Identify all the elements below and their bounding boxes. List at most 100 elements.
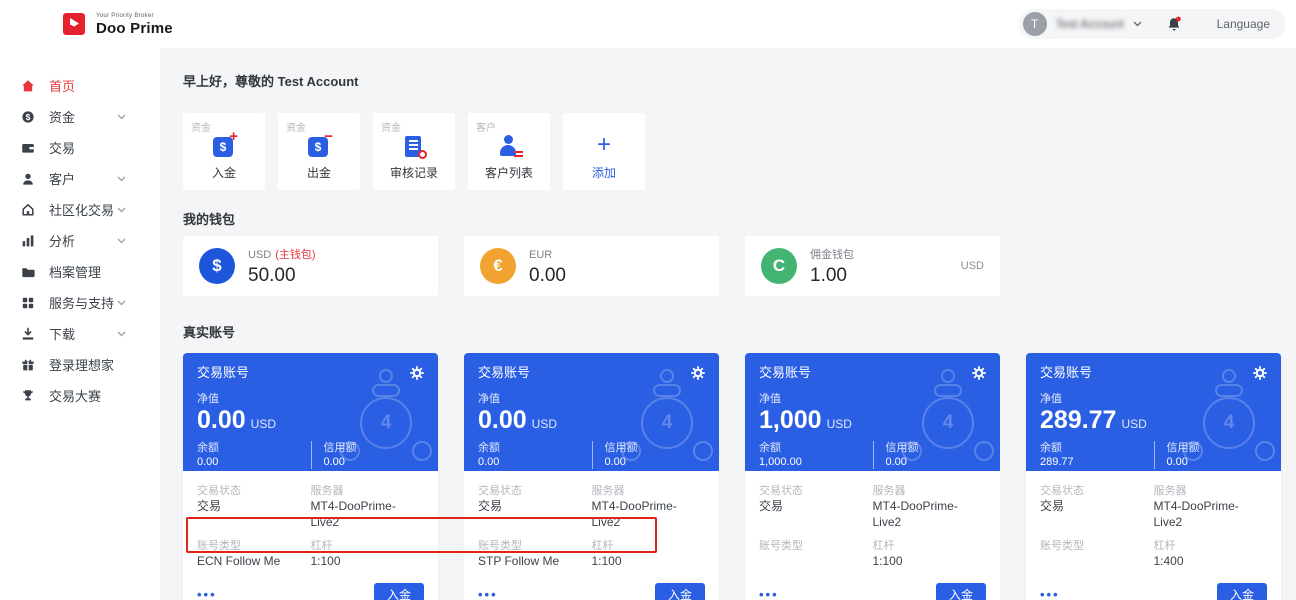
equity-value: 289.77 (1040, 406, 1117, 434)
gear-icon[interactable] (1253, 366, 1267, 380)
credit-value: 0.00 (604, 456, 626, 468)
account-card-title: 交易账号 (759, 365, 812, 380)
language-button[interactable]: Language (1217, 17, 1270, 31)
gift-icon (21, 358, 35, 372)
leverage-value: 1:100 (310, 554, 341, 568)
accounts-section-title: 真实账号 (183, 325, 236, 340)
server-value: MT4-DooPrime-Live2 (1153, 499, 1239, 529)
chevron-down-icon (117, 238, 126, 244)
audit-records-icon (401, 134, 427, 160)
usd-wallet-icon: $ (199, 248, 235, 284)
status-value: 交易 (1040, 499, 1065, 513)
wallet-amount: 50.00 (248, 265, 296, 286)
sidebar-item-intrade-login[interactable]: 登录理想家 (0, 349, 160, 380)
wallet-card-commission[interactable]: C 佣金钱包 1.00 USD (745, 236, 1000, 296)
quick-card-add[interactable]: + 添加 (563, 113, 645, 190)
account-card-2: 4 交易账号 净值 0.00 USD 余额 0.00 信用额 0.00 交易状态… (464, 353, 719, 600)
account-card-title: 交易账号 (1040, 365, 1093, 380)
quick-card-withdraw[interactable]: 资金 $ − 出金 (278, 113, 360, 190)
add-icon: + (596, 131, 611, 158)
chevron-down-icon[interactable] (1133, 21, 1142, 27)
account-card-4: 4 交易账号 净值 289.77USD 余额289.77 信用额0.00 (1026, 353, 1281, 600)
deposit-button[interactable]: 入金 (1216, 583, 1267, 600)
sidebar-item-analytics[interactable]: 分析 (0, 225, 160, 256)
credit-value: 0.00 (885, 456, 907, 468)
leverage-value: 1:400 (1153, 554, 1184, 568)
wallet-amount: 0.00 (529, 265, 566, 286)
account-card-3: 4 交易账号 净值 1,000USD 余额1,000.00 信用额0.00 (745, 353, 1000, 600)
equity-value: 1,000 (759, 406, 822, 434)
download-icon (21, 327, 35, 341)
chevron-down-icon (117, 300, 126, 306)
deposit-button[interactable]: 入金 (654, 583, 705, 600)
deposit-button[interactable]: 入金 (935, 583, 986, 600)
sidebar-item-clients[interactable]: 客户 (0, 163, 160, 194)
quick-card-deposit[interactable]: 资金 $ + 入金 (183, 113, 265, 190)
more-actions-button[interactable]: ••• (759, 586, 779, 600)
gear-icon[interactable] (410, 366, 424, 380)
chevron-down-icon (117, 176, 126, 182)
doo-prime-logo[interactable]: Your Priority Broker Doo Prime (62, 11, 173, 37)
gear-icon[interactable] (691, 366, 705, 380)
withdraw-icon: $ − (306, 129, 333, 160)
commission-wallet-icon: C (761, 248, 797, 284)
wallet-grid: $ USD(主钱包) 50.00 € EUR 0.00 C 佣金钱包 1.00 (183, 236, 1296, 296)
notification-bell-icon[interactable] (1167, 16, 1182, 32)
sidebar-item-home[interactable]: 首页 (0, 70, 160, 101)
sidebar-item-service-support[interactable]: 服务与支持 (0, 287, 160, 318)
grid-icon (21, 296, 35, 310)
sidebar-item-download[interactable]: 下载 (0, 318, 160, 349)
wallet-amount: 1.00 (810, 265, 847, 286)
status-value: 交易 (197, 499, 222, 513)
folder-icon (21, 265, 35, 279)
funds-icon: $ (21, 110, 35, 124)
gear-icon[interactable] (972, 366, 986, 380)
header-user-area: T Test Account Language (1018, 9, 1286, 39)
equity-value: 0.00 (197, 406, 246, 434)
leverage-value: 1:100 (872, 554, 903, 568)
account-card-1: 4 交易账号 净值 0.00 USD 余额 0.00 信用额 0.00 交易状态… (183, 353, 438, 600)
sidebar-item-file-management[interactable]: 档案管理 (0, 256, 160, 287)
sidebar-item-trading-contest[interactable]: 交易大赛 (0, 380, 160, 411)
top-header: Your Priority Broker Doo Prime T Test Ac… (0, 0, 1296, 48)
more-actions-button[interactable]: ••• (1040, 586, 1060, 600)
chevron-down-icon (117, 331, 126, 337)
deposit-button[interactable]: 入金 (373, 583, 424, 600)
wallet-section-title: 我的钱包 (183, 212, 236, 227)
account-type-value (1040, 553, 1154, 569)
leverage-value: 1:100 (591, 554, 622, 568)
more-actions-button[interactable]: ••• (197, 586, 217, 600)
credit-value: 0.00 (1166, 456, 1188, 468)
wallet-currency-label: USD (960, 260, 984, 272)
account-card-title: 交易账号 (197, 365, 250, 380)
sidebar-item-trade[interactable]: 交易 (0, 132, 160, 163)
account-type-value: ECN Follow Me (197, 554, 281, 568)
credit-value: 0.00 (323, 456, 345, 468)
sidebar-item-community-trading[interactable]: 社区化交易 (0, 194, 160, 225)
status-value: 交易 (759, 499, 784, 513)
greeting-text: 早上好，尊敬的 Test Account (183, 74, 359, 89)
balance-value: 1,000.00 (759, 456, 802, 468)
quick-card-audit-records[interactable]: 资金 审核记录 (373, 113, 455, 190)
quick-card-client-list[interactable]: 客户 客户列表 (468, 113, 550, 190)
avatar[interactable]: T (1022, 12, 1047, 36)
trophy-icon (21, 389, 35, 403)
account-type-value (759, 553, 873, 569)
server-value: MT4-DooPrime-Live2 (310, 499, 396, 529)
chevron-down-icon (117, 207, 126, 213)
wallet-card-eur[interactable]: € EUR 0.00 (464, 236, 719, 296)
sidebar-item-funds[interactable]: $ 资金 (0, 101, 160, 132)
sidebar: 首页 $ 资金 交易 客户 社区化交易 分析 档案管理 服务与支持 下载 登录理… (0, 48, 160, 600)
balance-value: 289.77 (1040, 456, 1074, 468)
client-list-icon (496, 134, 523, 160)
deposit-icon: $ + (211, 129, 238, 160)
balance-value: 0.00 (197, 456, 219, 468)
doo-prime-logo-icon (63, 13, 85, 35)
server-value: MT4-DooPrime-Live2 (591, 499, 677, 529)
more-actions-button[interactable]: ••• (478, 586, 498, 600)
wallet-icon (21, 141, 35, 155)
server-value: MT4-DooPrime-Live2 (872, 499, 958, 529)
wallet-card-usd[interactable]: $ USD (主钱包) 50.00 (183, 236, 438, 296)
user-name[interactable]: Test Account (1056, 17, 1124, 31)
quick-actions: 资金 $ + 入金 资金 $ − 出金 资金 审核记录 客户 客户列表 + 添加 (183, 113, 1296, 190)
